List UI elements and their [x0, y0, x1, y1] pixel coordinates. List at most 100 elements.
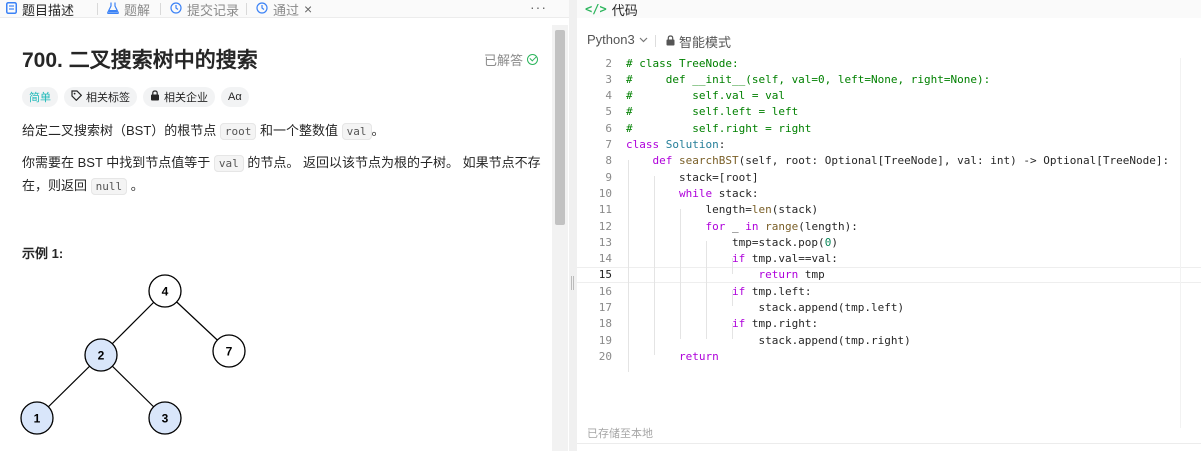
description-text: 的节点。 返回以该节点为根的子树。 如果节点不存 — [243, 155, 541, 170]
tab-accepted[interactable]: 通过 × — [256, 0, 312, 18]
editor-footer-divider — [577, 443, 1201, 444]
code-line[interactable]: 8 def searchBST(self, root: Optional[Tre… — [577, 153, 1201, 169]
code-line[interactable]: 20 return — [577, 348, 1201, 364]
line-number: 20 — [598, 349, 612, 363]
indent-guide — [732, 322, 733, 340]
line-number: 9 — [605, 170, 612, 184]
close-icon[interactable]: × — [304, 1, 312, 17]
panel-resize-handle[interactable] — [569, 0, 577, 451]
description-text: 和一个整数值 — [256, 123, 342, 138]
tab-divider — [246, 3, 247, 15]
code-line[interactable]: 3 # def __init__(self, val=0, left=None, … — [577, 71, 1201, 87]
tab-description[interactable]: 题目描述 — [6, 0, 74, 18]
code-line[interactable]: 7 class Solution: — [577, 137, 1201, 153]
related-companies-button[interactable]: 相关企业 — [143, 87, 215, 107]
code-line[interactable]: 2 # class TreeNode: — [577, 55, 1201, 71]
solved-label: 已解答 — [484, 53, 524, 68]
language-select[interactable]: Python3 — [587, 32, 648, 47]
language-label: Python3 — [587, 32, 635, 47]
line-number: 17 — [598, 301, 612, 314]
svg-text:2: 2 — [98, 349, 105, 363]
inline-code: root — [219, 123, 257, 140]
code-editor[interactable]: 2 # class TreeNode: 3 # def __init__(self, … — [577, 54, 1201, 414]
line-number: 10 — [598, 186, 612, 200]
code-line[interactable]: 19 stack.append(tmp.right) — [577, 332, 1201, 348]
problem-title: 700. 二叉搜索树中的搜索 — [22, 49, 258, 72]
indent-guide — [732, 290, 733, 307]
indent-guide — [628, 159, 629, 372]
drag-handle-icon — [571, 276, 574, 290]
description-paragraph-1: 给定二叉搜索树（BST）的根节点 root 和一个整数值 val。 — [22, 120, 385, 143]
code-text: # self.val = val — [626, 89, 785, 103]
code-text: for _ in range(length): — [705, 219, 858, 233]
inline-code: null — [90, 178, 128, 195]
code-line[interactable]: 4 # self.val = val — [577, 88, 1201, 104]
translate-button[interactable]: Aα — [221, 87, 249, 107]
code-panel: </> 代码 Python3 智能模式 2 # class TreeNode: 3 #… — [577, 0, 1201, 451]
tab-solutions-label: 题解 — [124, 2, 151, 18]
svg-text:4: 4 — [162, 285, 169, 299]
line-number: 3 — [605, 72, 612, 86]
line-number: 7 — [605, 138, 612, 151]
indent-guide — [680, 208, 681, 340]
tab-submissions[interactable]: 提交记录 — [170, 0, 239, 18]
code-text: class Solution: — [626, 138, 726, 151]
editor-scrollbar[interactable] — [1180, 58, 1181, 428]
problem-tabbar: 题目描述 题解 提交记录 通过 × ··· — [0, 0, 569, 18]
description-text: 。 — [371, 123, 385, 138]
flask-icon — [107, 2, 119, 16]
description-text: 给定二叉搜索树（BST）的根节点 — [22, 123, 220, 138]
code-text: # class TreeNode: — [626, 56, 739, 70]
tree-node-1: 1 — [20, 401, 54, 435]
svg-text:1: 1 — [34, 412, 41, 426]
line-number: 19 — [598, 333, 612, 347]
editor-toolbar: Python3 智能模式 — [577, 30, 1201, 52]
code-line[interactable]: 13 tmp=stack.pop(0) — [577, 234, 1201, 250]
indent-guide — [654, 176, 655, 356]
history-icon — [256, 2, 268, 16]
code-line[interactable]: 15 return tmp — [577, 266, 1201, 283]
save-status: 已存储至本地 — [587, 428, 653, 440]
tree-node-3: 3 — [148, 401, 182, 435]
svg-text:7: 7 — [226, 345, 233, 359]
code-line[interactable]: 11 length=len(stack) — [577, 202, 1201, 218]
code-line[interactable]: 5 # self.left = left — [577, 104, 1201, 120]
related-topics-button[interactable]: 相关标签 — [64, 87, 137, 107]
tree-node-4: 4 — [148, 274, 182, 308]
code-line[interactable]: 6 # self.right = right — [577, 120, 1201, 136]
tab-code[interactable]: </> 代码 — [585, 0, 638, 18]
description-scrollbar-thumb[interactable] — [555, 30, 565, 225]
code-line[interactable]: 12 for _ in range(length): — [577, 218, 1201, 234]
line-number: 14 — [598, 252, 612, 266]
description-icon — [6, 2, 17, 16]
code-line[interactable]: 14 if tmp.val==val: — [577, 251, 1201, 267]
tab-description-label: 题目描述 — [22, 2, 75, 18]
code-line[interactable]: 10 while stack: — [577, 185, 1201, 201]
code-icon: </> — [585, 2, 607, 16]
line-number: 15 — [598, 268, 612, 282]
line-number: 2 — [605, 56, 612, 70]
inline-code: val — [341, 123, 372, 140]
example-tree-diagram: 4 2 7 1 3 — [20, 274, 246, 435]
line-number: 12 — [598, 219, 612, 233]
code-text: tmp=stack.pop(0) — [626, 235, 838, 249]
code-text: # self.right = right — [626, 121, 812, 135]
lock-icon — [666, 34, 675, 49]
more-options-icon[interactable]: ··· — [530, 0, 547, 14]
code-text: return — [678, 349, 719, 363]
code-line[interactable]: 17 stack.append(tmp.left) — [577, 300, 1201, 316]
toolbar-divider — [655, 35, 656, 47]
code-line[interactable]: 16 if tmp.left: — [577, 283, 1201, 299]
code-text: return tmp — [758, 268, 825, 282]
tab-solutions[interactable]: 题解 — [107, 0, 150, 18]
related-topics-label: 相关标签 — [86, 92, 130, 104]
solved-status: 已解答 — [484, 50, 539, 69]
indent-guide — [706, 241, 707, 340]
smart-mode-toggle[interactable]: 智能模式 — [666, 32, 731, 51]
line-number: 13 — [598, 235, 612, 249]
code-text: stack=[root] — [626, 170, 759, 184]
chevron-down-icon — [639, 35, 648, 45]
svg-text:3: 3 — [162, 412, 169, 426]
code-line[interactable]: 9 stack=[root] — [577, 169, 1201, 185]
code-line[interactable]: 18 if tmp.right: — [577, 316, 1201, 332]
